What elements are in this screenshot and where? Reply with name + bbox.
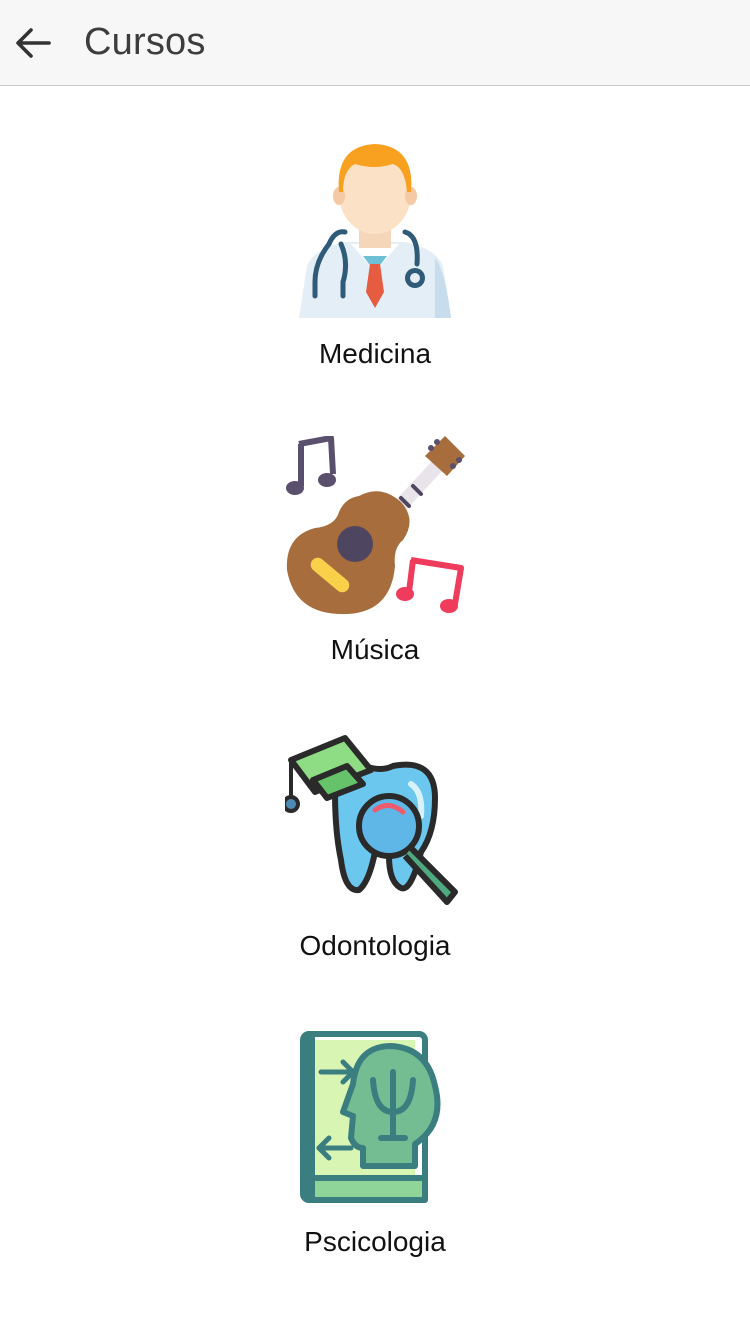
tooth-graduation-icon	[285, 735, 458, 905]
course-label: Música	[330, 634, 420, 665]
course-item-pscicologia[interactable]: Pscicologia	[0, 1028, 750, 1318]
back-button[interactable]	[10, 20, 56, 66]
arrow-left-icon	[16, 28, 51, 58]
app-bar: Cursos	[0, 0, 750, 86]
course-item-medicina[interactable]: Medicina	[0, 140, 750, 430]
course-label: Medicina	[318, 338, 432, 369]
course-label: Odontologia	[299, 930, 451, 961]
page-title: Cursos	[84, 21, 206, 63]
course-item-odontologia[interactable]: Odontologia	[0, 732, 750, 1022]
course-item-musica[interactable]: Música	[0, 436, 750, 726]
doctor-icon	[299, 144, 451, 318]
course-label: Pscicologia	[304, 1226, 446, 1257]
psychology-book-icon	[300, 1031, 441, 1203]
guitar-music-icon	[286, 436, 465, 615]
